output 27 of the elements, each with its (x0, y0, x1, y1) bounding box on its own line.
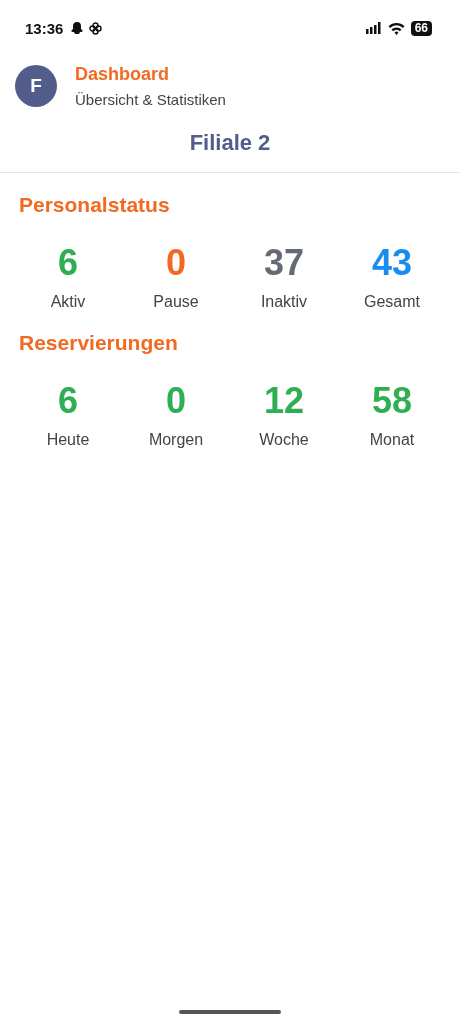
app-subtitle: Übersicht & Statistiken (75, 91, 226, 108)
section-heading: Personalstatus (19, 193, 171, 217)
app-title: Dashboard (75, 64, 171, 85)
stat-label: Inaktiv (260, 293, 308, 311)
battery-indicator: 66 (410, 20, 432, 36)
stat-value: 6 (58, 381, 78, 421)
stat-value: 58 (371, 381, 412, 421)
avatar: F (15, 65, 57, 107)
stat-label: Gesamt (364, 293, 420, 311)
stat-label: Monat (369, 431, 415, 449)
signal-icon (365, 22, 382, 34)
stat-label: Heute (46, 431, 90, 449)
stat-label: Morgen (148, 431, 204, 449)
stat-value: 37 (263, 243, 304, 283)
stat-value: 12 (263, 381, 304, 421)
stat-label: Woche (259, 431, 309, 449)
stat-label: Aktiv (50, 293, 86, 311)
stat-value: 6 (58, 243, 78, 283)
wifi-icon (387, 21, 405, 35)
stat-label: Pause (153, 293, 199, 311)
branch-title: Filiale 2 (189, 130, 271, 155)
status-time: 13:36 (25, 19, 64, 37)
pinwheel-icon (89, 21, 103, 35)
stat-value: 0 (166, 381, 186, 421)
stat-value: 0 (166, 243, 186, 283)
stat-value: 43 (371, 243, 412, 283)
section-heading: Reservierungen (19, 331, 179, 355)
